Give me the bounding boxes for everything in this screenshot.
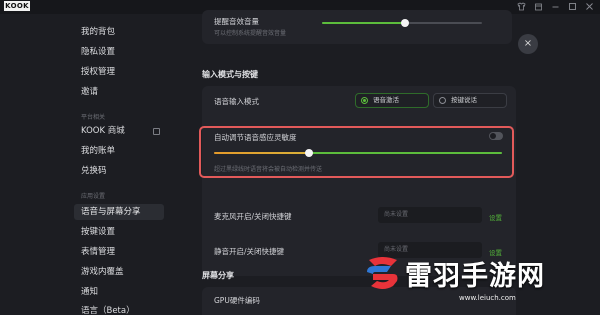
sidebar-item-authorization[interactable]: 授权管理 (81, 64, 115, 80)
sidebar-item-invite[interactable]: 邀请 (81, 84, 98, 100)
close-settings-button[interactable]: × (518, 34, 538, 54)
sidebar-section-app: 应用设置 (81, 193, 106, 200)
sidebar-item-language[interactable]: 语言（Beta） (81, 303, 135, 315)
mic-toggle-key-label: 麦克风开启/关闭快捷键 (214, 212, 292, 221)
voice-activation-label: 语音激活 (373, 96, 399, 104)
watermark-title: 雷羽手游网 (405, 261, 545, 292)
external-link-icon (153, 128, 160, 135)
input-mode-heading: 输入模式与按键 (202, 70, 258, 79)
prompt-volume-slider-fill (322, 22, 405, 24)
sidebar-item-store[interactable]: KOOK 商城 (81, 123, 125, 139)
prompt-volume-card: 提醒音效音量 可以控制系统提醒音效音量 (202, 10, 512, 44)
radio-selected-icon (361, 97, 368, 104)
sidebar-item-emoji[interactable]: 表情管理 (81, 244, 115, 260)
sidebar-item-redeem[interactable]: 兑换码 (81, 163, 107, 179)
prompt-volume-desc: 可以控制系统提醒音效音量 (214, 30, 287, 37)
mute-toggle-key-label: 静音开启/关闭快捷键 (214, 247, 285, 256)
radio-unselected-icon (439, 97, 446, 104)
box-icon[interactable] (534, 2, 543, 11)
settings-sidebar: 我的背包 隐私设置 授权管理 邀请 平台相关 KOOK 商城 我的账单 兑换码 … (0, 14, 172, 315)
push-to-talk-option[interactable]: 按键说话 (433, 93, 507, 108)
screen-share-heading: 屏幕分享 (202, 271, 234, 280)
prompt-volume-slider[interactable] (322, 19, 482, 27)
sidebar-item-notifications[interactable]: 通知 (81, 284, 98, 300)
sidebar-item-bill[interactable]: 我的账单 (81, 143, 115, 159)
sidebar-item-label: KOOK 商城 (81, 126, 125, 136)
close-icon[interactable] (585, 2, 594, 11)
mic-toggle-key-set-button[interactable]: 设置 (489, 212, 502, 222)
sidebar-item-voice-screen-share[interactable]: 语音与屏幕分享 (74, 204, 164, 220)
sidebar-item-privacy[interactable]: 隐私设置 (81, 44, 115, 60)
highlight-box (199, 126, 514, 178)
watermark-logo (363, 254, 403, 292)
voice-input-mode-label: 语音输入模式 (214, 97, 259, 106)
prompt-volume-slider-knob[interactable] (401, 19, 409, 27)
voice-activation-option[interactable]: 语音激活 (355, 93, 429, 108)
push-to-talk-label: 按键说话 (451, 96, 477, 104)
window-controls (517, 2, 594, 11)
prompt-volume-label: 提醒音效音量 (214, 17, 259, 26)
sidebar-item-backpack[interactable]: 我的背包 (81, 24, 115, 40)
sidebar-section-platform: 平台相关 (81, 114, 106, 121)
input-mode-card: 语音输入模式 语音激活 按键说话 自动调节语音感应灵敏度 超过黑绿线时语音将会被… (202, 86, 516, 276)
watermark: 雷羽手游网 www.leiuch.com (363, 252, 600, 315)
mic-toggle-key-input[interactable]: 尚未设置 (378, 207, 482, 223)
minimize-icon[interactable] (551, 2, 560, 11)
app-logo: KOOK (4, 1, 30, 11)
shirt-icon[interactable] (517, 2, 526, 11)
sidebar-item-overlay[interactable]: 游戏内覆盖 (81, 264, 124, 280)
gpu-encoding-label: GPU硬件编码 (214, 296, 260, 305)
maximize-icon[interactable] (568, 2, 577, 11)
sidebar-item-keybinds[interactable]: 按键设置 (81, 224, 115, 240)
watermark-url: www.leiuch.com (459, 294, 516, 302)
